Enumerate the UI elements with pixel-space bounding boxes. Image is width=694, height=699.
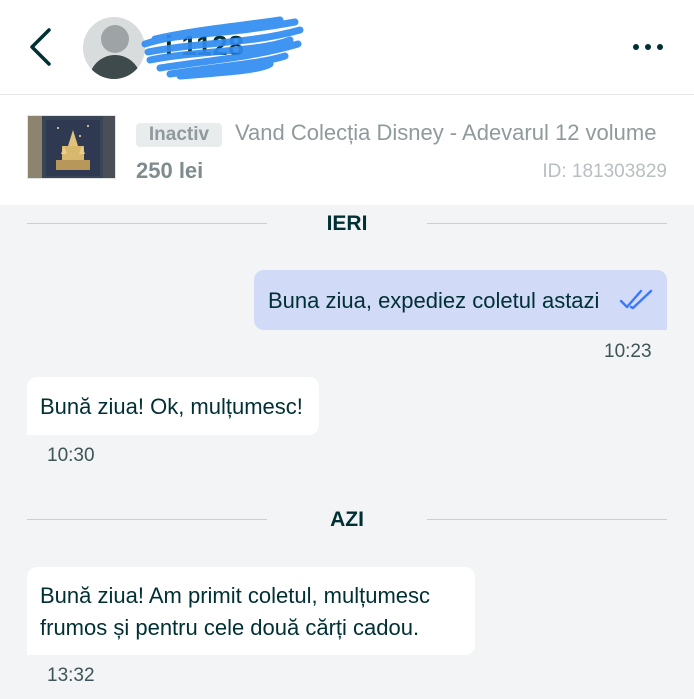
- avatar-head-shape: [101, 25, 129, 53]
- chat-header: i 1128: [0, 0, 694, 95]
- day-label: AZI: [330, 508, 364, 531]
- back-button[interactable]: [22, 24, 58, 70]
- message-text: Buna ziua, expediez coletul astazi: [268, 288, 600, 313]
- listing-title[interactable]: Vand Colecția Disney - Adevarul 12 volum…: [235, 120, 656, 146]
- message-bubble-outgoing[interactable]: Buna ziua, expediez coletul astazi: [254, 270, 667, 330]
- message-timestamp: 10:23: [604, 341, 652, 362]
- listing-thumbnail[interactable]: [27, 115, 116, 179]
- more-horizontal-icon: [633, 44, 639, 50]
- avatar-body-shape: [89, 55, 141, 79]
- day-label: IERI: [326, 212, 368, 235]
- message-bubble-incoming[interactable]: Bună ziua! Ok, mulțumesc!: [27, 377, 319, 435]
- message-timestamp: 10:30: [47, 445, 95, 466]
- message-text: Bună ziua! Am primit coletul, mulțumesc …: [40, 583, 431, 640]
- username[interactable]: i 1128: [165, 30, 244, 62]
- message-bubble-incoming[interactable]: Bună ziua! Am primit coletul, mulțumesc …: [27, 567, 475, 655]
- more-options-button[interactable]: [628, 32, 668, 62]
- status-badge: Inactiv: [136, 123, 222, 147]
- listing-price: 250 lei: [136, 158, 204, 183]
- listing-card[interactable]: Inactiv Vand Colecția Disney - Adevarul …: [0, 95, 694, 205]
- avatar[interactable]: [83, 17, 145, 79]
- castle-image: [28, 116, 115, 178]
- listing-id: ID: 181303829: [542, 161, 667, 182]
- message-text: Bună ziua! Ok, mulțumesc!: [40, 394, 303, 419]
- day-divider: AZI: [27, 504, 667, 534]
- chevron-left-icon: [30, 28, 51, 66]
- double-check-icon: [619, 289, 653, 310]
- day-divider: IERI: [27, 208, 667, 238]
- message-timestamp: 13:32: [47, 665, 95, 686]
